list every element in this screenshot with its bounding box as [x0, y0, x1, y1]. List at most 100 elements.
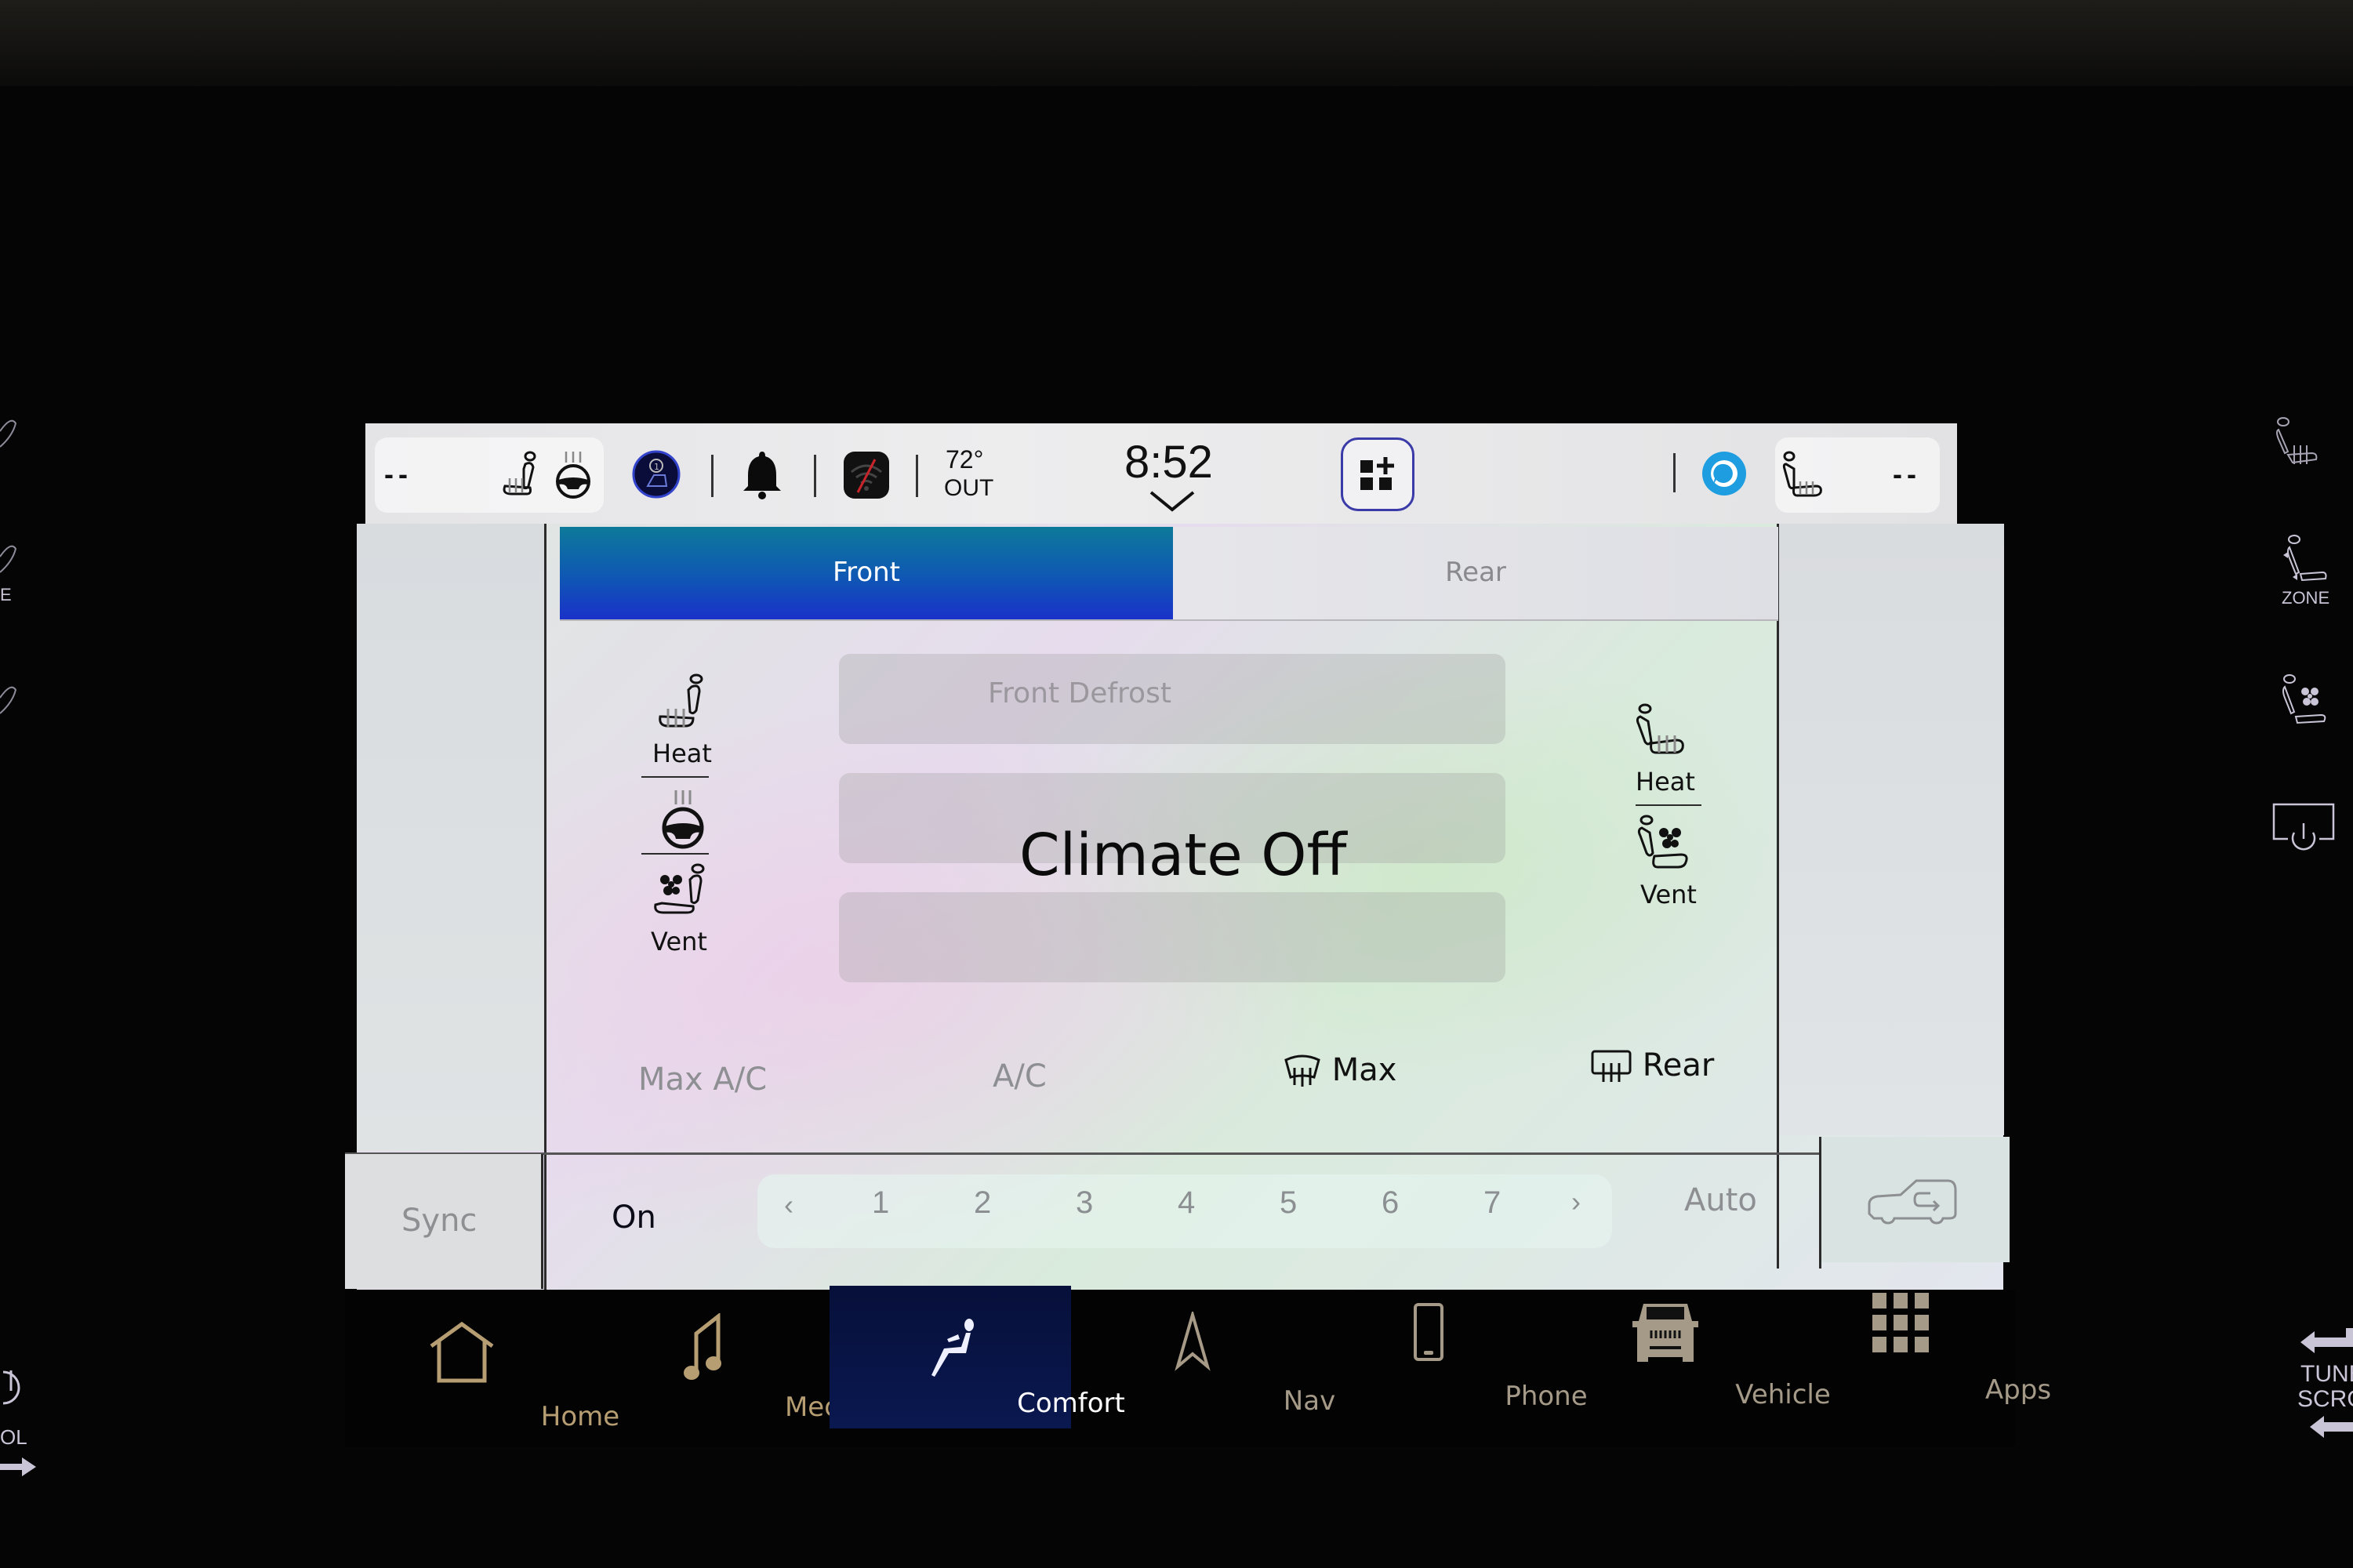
passenger-seat-vent-button[interactable]: Vent	[1620, 811, 1714, 913]
apps-grid-icon	[1872, 1293, 1929, 1352]
wifi-off-icon[interactable]	[844, 452, 889, 499]
vehicle-icon	[1632, 1304, 1698, 1362]
fan-speed-7[interactable]: 7	[1483, 1185, 1501, 1221]
passenger-seat-heat-button[interactable]: Heat	[1620, 698, 1714, 800]
music-note-icon	[684, 1313, 721, 1380]
tab-underline	[560, 619, 1778, 621]
mode-button-3[interactable]	[839, 892, 1505, 982]
bell-icon[interactable]	[739, 448, 786, 500]
volume-label: OL	[0, 1425, 27, 1449]
nav-comfort[interactable]: Comfort	[830, 1286, 1125, 1428]
max-defrost-icon	[1284, 1054, 1320, 1087]
steering-heat-button[interactable]	[635, 784, 729, 853]
chevron-left-icon[interactable]: ‹	[784, 1189, 793, 1221]
zone-label: ZONE	[2282, 588, 2330, 608]
seated-person-icon	[931, 1319, 974, 1377]
outside-temp-label: OUT	[944, 475, 994, 501]
seat-vent-label: Vent	[1640, 880, 1697, 909]
sync-button[interactable]: Sync	[401, 1203, 477, 1239]
zone-button[interactable]: ZONE	[2274, 533, 2337, 612]
chevron-right-icon[interactable]: ›	[1571, 1185, 1581, 1218]
left-side-panel	[357, 524, 545, 1151]
auto-button[interactable]: Auto	[1684, 1182, 1757, 1218]
outside-temp: 72°	[946, 445, 984, 474]
zone-seat-icon	[2283, 535, 2327, 582]
status-divider	[711, 455, 714, 497]
navigation-arrow-icon	[1175, 1312, 1211, 1371]
tune-scroll-left-arrow-icon	[2300, 1328, 2353, 1353]
divider	[641, 776, 709, 778]
seat-heat-label: Heat	[652, 739, 712, 768]
right-side-panel	[1778, 524, 2004, 1135]
max-ac-button[interactable]: Max A/C	[638, 1062, 767, 1098]
seat-vent-icon	[654, 863, 705, 914]
driver-climate-pill[interactable]: --	[375, 437, 604, 513]
svg-text:E: E	[0, 585, 12, 604]
screen-off-icon[interactable]	[2271, 801, 2337, 856]
fan-speed-2[interactable]: 2	[974, 1185, 991, 1221]
max-ac-label: Max A/C	[638, 1062, 768, 1098]
auto-label: Auto	[1684, 1182, 1757, 1218]
dashboard-bezel	[0, 0, 2353, 86]
chevron-down-icon[interactable]	[1148, 489, 1196, 513]
rear-defrost-button[interactable]: Rear	[1590, 1047, 1714, 1085]
recirculation-icon[interactable]	[1865, 1176, 1963, 1226]
divider	[641, 853, 709, 855]
driver-profile-icon[interactable]: 1	[632, 450, 681, 499]
rear-defrost-label: Rear	[1642, 1047, 1715, 1083]
scroll-label: SCROLL	[2297, 1386, 2353, 1412]
fan-speed-6[interactable]: 6	[1382, 1185, 1399, 1221]
max-defrost-button[interactable]: Max	[1283, 1052, 1396, 1090]
tab-rear[interactable]: Rear	[1173, 527, 1778, 619]
volume-power-icon[interactable]	[0, 1364, 31, 1435]
divider	[541, 1154, 543, 1289]
volume-arrow-icon	[0, 1457, 36, 1476]
driver-seat-heat-button[interactable]: Heat	[635, 666, 729, 776]
ac-label: A/C	[993, 1058, 1047, 1094]
max-defrost-label: Max	[1331, 1052, 1397, 1088]
alexa-icon[interactable]	[1701, 451, 1747, 496]
fan-speed-4[interactable]: 4	[1178, 1185, 1195, 1221]
fan-speed-5[interactable]: 5	[1280, 1185, 1297, 1221]
fan-speed-3[interactable]: 3	[1076, 1185, 1093, 1221]
phone-icon	[1414, 1303, 1443, 1361]
driver-seat-vent-button[interactable]: Vent	[635, 859, 729, 958]
svg-text:1: 1	[654, 462, 659, 472]
nav-media[interactable]: Media	[590, 1290, 865, 1439]
seat-heat-icon	[1636, 703, 1684, 754]
seat-vent-icon[interactable]	[0, 674, 17, 729]
driver-temp: --	[384, 458, 412, 490]
passenger-climate-pill[interactable]: --	[1775, 437, 1940, 513]
seat-vent-icon	[1637, 815, 1688, 869]
climate-power-button[interactable]: On	[612, 1200, 656, 1236]
nav-vehicle[interactable]: Vehicle	[1548, 1290, 1831, 1439]
seat-heat-icon[interactable]	[0, 408, 17, 463]
nav-nav[interactable]: Nav	[1074, 1290, 1335, 1439]
nav-apps[interactable]: Apps	[1783, 1290, 2051, 1439]
sync-label: Sync	[401, 1203, 477, 1239]
status-divider	[1673, 453, 1676, 492]
front-defrost-button[interactable]: Front Defrost	[839, 654, 1505, 744]
steering-wheel-heat-icon	[662, 790, 704, 849]
status-divider	[916, 455, 918, 497]
seat-heat-icon	[1782, 451, 1822, 497]
divider	[1636, 804, 1701, 806]
front-defrost-label: Front Defrost	[988, 677, 1171, 710]
divider	[1777, 524, 1779, 1269]
divider	[544, 524, 546, 1292]
tab-front[interactable]: Front	[560, 527, 1173, 619]
seat-heat-icon	[503, 451, 536, 495]
rear-seat-heat-icon[interactable]	[2274, 416, 2321, 470]
nav-home[interactable]: Home	[345, 1290, 619, 1439]
tab-label: Front	[833, 557, 900, 588]
tab-label: Rear	[1445, 557, 1506, 588]
home-icon	[430, 1321, 494, 1383]
add-widget-button[interactable]	[1341, 437, 1414, 511]
fan-speed-1[interactable]: 1	[872, 1185, 889, 1221]
zone-seat-icon[interactable]: E	[0, 533, 17, 604]
clock[interactable]: 8:52	[1124, 436, 1213, 488]
power-label: On	[612, 1200, 656, 1236]
nav-phone[interactable]: Phone	[1311, 1290, 1588, 1439]
ac-button[interactable]: A/C	[993, 1058, 1047, 1094]
rear-seat-vent-icon[interactable]	[2282, 673, 2329, 728]
